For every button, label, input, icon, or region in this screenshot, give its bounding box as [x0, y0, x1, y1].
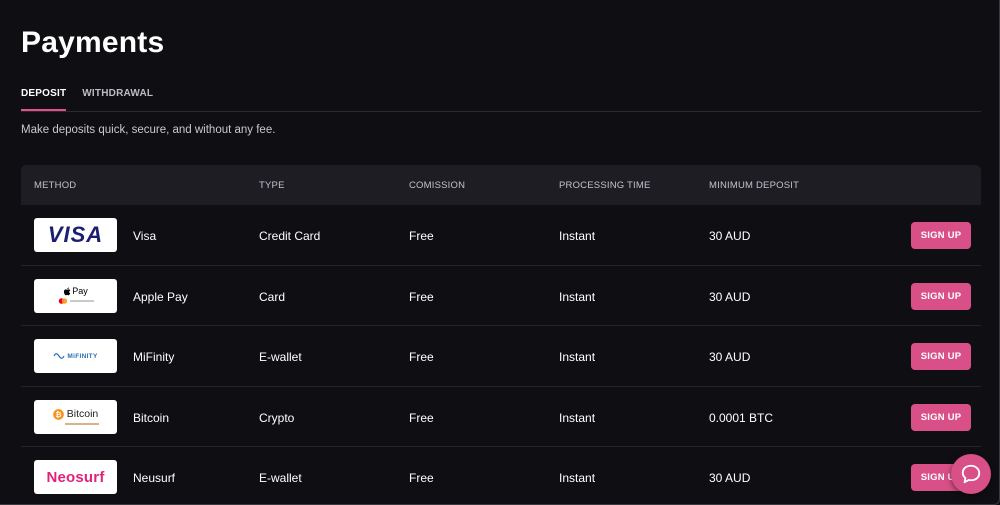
bitcoin-logo-subline [64, 422, 99, 425]
apple-pay-logo-text: Pay [72, 286, 88, 296]
sign-up-button[interactable]: SIGN UP [911, 403, 971, 431]
table-row: ₿ Bitcoin Bitcoin Crypto Free Instant 0.… [21, 387, 981, 447]
mifinity-wave-icon [53, 353, 65, 359]
method-commission: Free [409, 289, 434, 304]
apple-icon [64, 287, 71, 296]
payment-tabs: DEPOSIT WITHDRAWAL [21, 88, 153, 111]
neosurf-logo: Neosurf [34, 460, 117, 494]
method-name: Bitcoin [133, 410, 170, 425]
method-minimum-deposit: 30 AUD [709, 471, 751, 485]
method-commission: Free [409, 410, 434, 425]
chat-widget-button[interactable] [951, 454, 991, 494]
method-type: Card [259, 289, 286, 304]
table-row: MiFINITY MiFinity E-wallet Free Instant … [21, 326, 981, 387]
tab-deposit[interactable]: DEPOSIT [21, 88, 67, 111]
visa-logo-text: VISA [47, 222, 104, 247]
method-processing-time: Instant [559, 350, 596, 364]
payment-methods-table: METHOD TYPE COMISSION PROCESSING TIME MI… [21, 165, 981, 505]
apple-pay-logo: Pay [34, 278, 117, 313]
method-processing-time: Instant [559, 471, 596, 485]
header-type: TYPE [259, 180, 285, 191]
bitcoin-icon: ₿ [52, 408, 64, 420]
method-commission: Free [409, 350, 434, 364]
method-type: E-wallet [259, 350, 302, 364]
header-method: METHOD [34, 180, 77, 191]
bitcoin-logo: ₿ Bitcoin [34, 399, 117, 434]
method-minimum-deposit: 30 AUD [709, 229, 751, 243]
mastercard-icon [58, 298, 67, 304]
header-minimum-deposit: MINIMUM DEPOSIT [709, 180, 800, 191]
method-name: MiFinity [133, 350, 175, 364]
method-processing-time: Instant [559, 289, 596, 304]
method-type: Crypto [259, 410, 295, 425]
sign-up-button[interactable]: SIGN UP [911, 343, 971, 370]
header-commission: COMISSION [409, 180, 466, 191]
method-commission: Free [409, 471, 434, 485]
visa-logo: VISA [34, 218, 117, 252]
sign-up-button[interactable]: SIGN UP [911, 282, 971, 310]
method-commission: Free [409, 229, 434, 243]
mifinity-logo-text: MiFINITY [67, 352, 98, 360]
method-type: E-wallet [259, 471, 302, 485]
page-subtitle: Make deposits quick, secure, and without… [21, 124, 276, 136]
method-minimum-deposit: 30 AUD [709, 350, 751, 364]
method-name: Neusurf [133, 471, 176, 485]
header-processing-time: PROCESSING TIME [559, 180, 651, 191]
page-title: Payments [21, 26, 165, 59]
tabs-divider [21, 111, 981, 112]
method-type: Credit Card [259, 229, 321, 243]
method-minimum-deposit: 30 AUD [709, 289, 751, 304]
chat-bubble-icon [961, 464, 981, 484]
svg-text:₿: ₿ [55, 409, 61, 418]
method-minimum-deposit: 0.0001 BTC [709, 410, 774, 425]
bitcoin-logo-text: Bitcoin [66, 407, 99, 420]
method-processing-time: Instant [559, 410, 596, 425]
method-processing-time: Instant [559, 229, 596, 243]
mifinity-logo: MiFINITY [34, 339, 117, 373]
table-row: Pay Apple Pay Card Free Instant 30 AUD S… [21, 266, 981, 326]
sign-up-button[interactable]: SIGN UP [911, 222, 971, 249]
table-row: Neosurf Neusurf E-wallet Free Instant 30… [21, 447, 981, 505]
method-name: Apple Pay [133, 289, 188, 304]
tab-withdrawal[interactable]: WITHDRAWAL [82, 88, 153, 111]
table-header: METHOD TYPE COMISSION PROCESSING TIME MI… [21, 165, 981, 205]
table-row: VISA Visa Credit Card Free Instant 30 AU… [21, 205, 981, 266]
method-name: Visa [133, 229, 157, 243]
neosurf-logo-text: Neosurf [46, 468, 105, 486]
